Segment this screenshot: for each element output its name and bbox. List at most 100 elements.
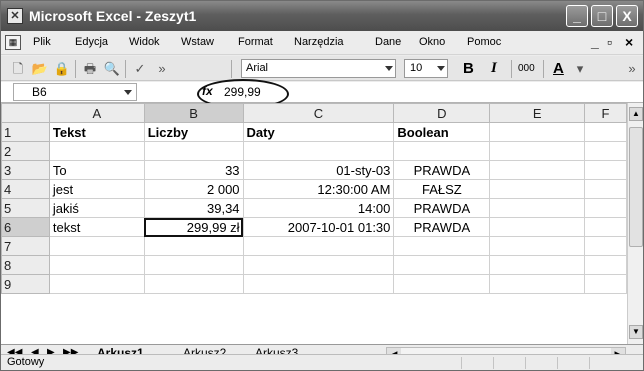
vertical-scrollbar[interactable]: ▲ ▼ bbox=[627, 103, 643, 344]
cell[interactable] bbox=[489, 274, 586, 294]
cell[interactable] bbox=[143, 255, 244, 275]
maximize-button[interactable]: □ bbox=[591, 5, 613, 27]
cell[interactable] bbox=[48, 236, 145, 256]
cell[interactable] bbox=[584, 255, 627, 275]
italic-button[interactable]: I bbox=[491, 60, 497, 77]
doc-close-button[interactable]: × bbox=[625, 34, 633, 50]
scroll-thumb[interactable] bbox=[629, 127, 643, 247]
scroll-up-icon[interactable]: ▲ bbox=[629, 107, 643, 121]
menu-dane[interactable]: Dane bbox=[375, 36, 401, 48]
row-header[interactable]: 1 bbox=[1, 122, 50, 142]
cell[interactable] bbox=[489, 217, 586, 237]
cell[interactable] bbox=[489, 141, 586, 161]
cell[interactable] bbox=[584, 122, 627, 142]
column-header[interactable]: F bbox=[584, 103, 627, 123]
row-header[interactable]: 4 bbox=[1, 179, 50, 199]
cell[interactable]: 12:30:00 AM bbox=[242, 179, 395, 199]
menu-narzedzia[interactable]: Narzędzia bbox=[294, 36, 344, 48]
menu-okno[interactable]: Okno bbox=[419, 36, 445, 48]
cell[interactable]: jakiś bbox=[48, 198, 145, 218]
cell[interactable] bbox=[393, 255, 491, 275]
cell[interactable] bbox=[242, 141, 395, 161]
excel-app-icon[interactable]: ✕ bbox=[7, 8, 23, 24]
thousands-separator-button[interactable]: 000 bbox=[518, 60, 535, 77]
cell[interactable]: Daty bbox=[242, 122, 395, 142]
cell[interactable]: Tekst bbox=[48, 122, 145, 142]
cell[interactable]: PRAWDA bbox=[393, 217, 491, 237]
new-document-icon[interactable]: 🗋 bbox=[9, 60, 27, 77]
column-header[interactable]: C bbox=[242, 103, 395, 123]
minimize-button[interactable]: _ bbox=[566, 5, 588, 27]
font-size-select[interactable]: 10 bbox=[404, 59, 448, 78]
cell[interactable] bbox=[489, 122, 586, 142]
cell[interactable]: 39,34 bbox=[143, 198, 244, 218]
doc-minimize-button[interactable]: _ bbox=[591, 34, 599, 50]
cell[interactable] bbox=[242, 255, 395, 275]
cell[interactable]: 2007-10-01 01:30 bbox=[242, 217, 395, 237]
row-header[interactable]: 9 bbox=[1, 274, 50, 294]
workbook-icon[interactable]: ▦ bbox=[5, 35, 21, 50]
cell[interactable] bbox=[48, 274, 145, 294]
cell[interactable] bbox=[584, 198, 627, 218]
cell[interactable] bbox=[143, 236, 244, 256]
print-icon[interactable]: 🖶 bbox=[81, 60, 99, 77]
column-header[interactable]: B bbox=[143, 103, 244, 123]
menu-plik[interactable]: Plik bbox=[33, 36, 51, 48]
doc-restore-button[interactable]: ▫ bbox=[607, 34, 612, 50]
cell[interactable]: tekst bbox=[48, 217, 145, 237]
cell[interactable] bbox=[242, 236, 395, 256]
spelling-icon[interactable]: ✓ bbox=[131, 60, 149, 77]
cell[interactable] bbox=[584, 160, 627, 180]
row-header[interactable]: 8 bbox=[1, 255, 50, 275]
scroll-down-icon[interactable]: ▼ bbox=[629, 325, 643, 339]
cell[interactable] bbox=[242, 274, 395, 294]
cell[interactable] bbox=[48, 141, 145, 161]
cell[interactable] bbox=[489, 179, 586, 199]
cell[interactable]: jest bbox=[48, 179, 145, 199]
cell[interactable] bbox=[489, 198, 586, 218]
menu-widok[interactable]: Widok bbox=[129, 36, 160, 48]
cell[interactable] bbox=[489, 255, 586, 275]
cell[interactable]: Liczby bbox=[143, 122, 244, 142]
column-header[interactable]: A bbox=[48, 103, 145, 123]
select-all-corner[interactable] bbox=[1, 103, 50, 123]
menu-edycja[interactable]: Edycja bbox=[75, 36, 108, 48]
column-header[interactable]: E bbox=[489, 103, 586, 123]
cell[interactable] bbox=[48, 255, 145, 275]
font-color-button[interactable]: A bbox=[553, 60, 564, 77]
row-header[interactable]: 6 bbox=[1, 217, 50, 237]
cell[interactable]: PRAWDA bbox=[393, 160, 491, 180]
permission-icon[interactable]: 🔒 bbox=[53, 60, 71, 77]
cell[interactable]: Boolean bbox=[393, 122, 491, 142]
print-preview-icon[interactable]: 🔍 bbox=[103, 60, 121, 77]
cell[interactable]: 2 000 bbox=[143, 179, 244, 199]
cell[interactable] bbox=[584, 274, 627, 294]
cell[interactable]: 01-sty-03 bbox=[242, 160, 395, 180]
row-header[interactable]: 3 bbox=[1, 160, 50, 180]
close-button[interactable]: X bbox=[616, 5, 638, 27]
chevron-down-icon[interactable]: ▾ bbox=[571, 60, 589, 77]
open-folder-icon[interactable]: 📂 bbox=[31, 60, 49, 77]
menu-wstaw[interactable]: Wstaw bbox=[181, 36, 214, 48]
cell[interactable] bbox=[393, 141, 491, 161]
cell[interactable] bbox=[393, 236, 491, 256]
cell[interactable] bbox=[584, 217, 627, 237]
menu-format[interactable]: Format bbox=[238, 36, 273, 48]
cell[interactable] bbox=[584, 179, 627, 199]
row-header[interactable]: 7 bbox=[1, 236, 50, 256]
toolbar-overflow-icon[interactable]: » bbox=[153, 60, 171, 77]
name-box[interactable]: B6 bbox=[13, 83, 137, 101]
row-header[interactable]: 5 bbox=[1, 198, 50, 218]
cell[interactable] bbox=[143, 141, 244, 161]
cell[interactable]: To bbox=[48, 160, 145, 180]
cell[interactable] bbox=[584, 141, 627, 161]
menu-pomoc[interactable]: Pomoc bbox=[467, 36, 501, 48]
cell[interactable] bbox=[489, 160, 586, 180]
row-header[interactable]: 2 bbox=[1, 141, 50, 161]
cell[interactable]: 14:00 bbox=[242, 198, 395, 218]
active-cell[interactable]: 299,99 zł bbox=[143, 217, 244, 237]
cell[interactable] bbox=[584, 236, 627, 256]
cell[interactable]: PRAWDA bbox=[393, 198, 491, 218]
cell[interactable]: FAŁSZ bbox=[393, 179, 491, 199]
cell[interactable] bbox=[393, 274, 491, 294]
